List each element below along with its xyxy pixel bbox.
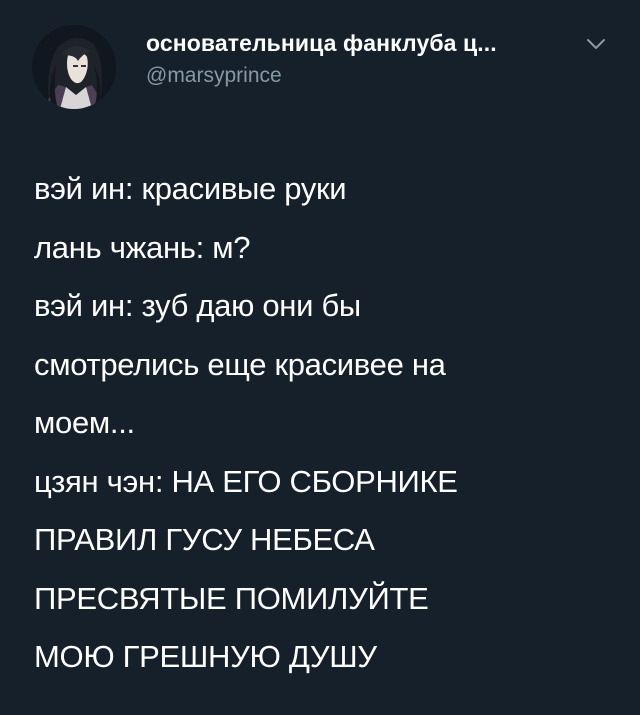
- tweet-line: смотрелись еще красивее на: [34, 346, 446, 382]
- tweet-text: вэй ин: красивые руки лань чжань: м? вэй…: [34, 160, 624, 687]
- avatar[interactable]: [32, 25, 116, 109]
- tweet-line: моем...: [34, 405, 135, 440]
- tweet-line: вэй ин: зуб даю они бы: [34, 288, 361, 323]
- tweet-line: вэй ин: красивые руки: [34, 171, 347, 206]
- tweet-line: цзян чэн: НА ЕГО СБОРНИКЕ: [34, 463, 458, 499]
- tweet-line: ПРАВИЛ ГУСУ НЕБЕСА: [34, 522, 375, 557]
- tweet-line: МОЮ ГРЕШНУЮ ДУШУ: [34, 639, 377, 674]
- tweet-line: ПРЕСВЯТЫЕ ПОМИЛУЙТЕ: [34, 580, 429, 616]
- avatar-image: [32, 25, 116, 109]
- tweet-header: основательница фанклуба ц... @marsyprinc…: [0, 0, 640, 120]
- author-display-name[interactable]: основательница фанклуба ц...: [146, 28, 497, 58]
- chevron-down-icon[interactable]: [585, 36, 607, 52]
- author-handle[interactable]: @marsyprince: [146, 62, 282, 90]
- tweet-line: лань чжань: м?: [34, 229, 251, 265]
